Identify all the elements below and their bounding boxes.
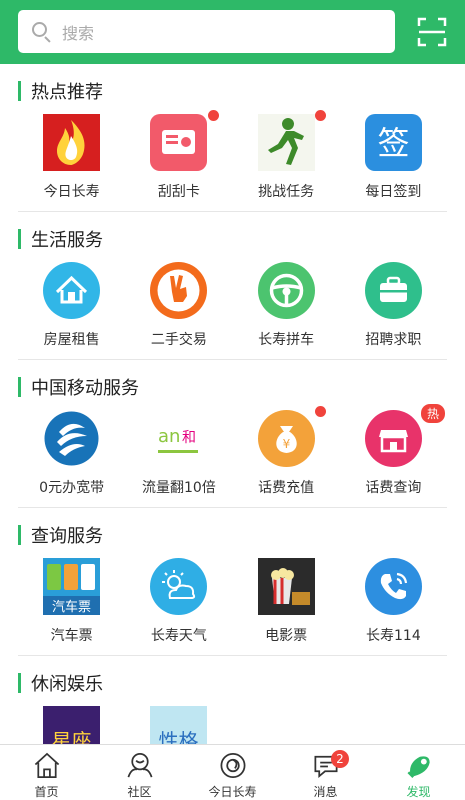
tab-today-changshou[interactable]: 今日长寿 bbox=[186, 745, 279, 800]
notification-dot bbox=[314, 110, 326, 121]
svg-text:an: an bbox=[158, 426, 180, 447]
item-carpool[interactable]: 长寿拼车 bbox=[233, 262, 340, 349]
notification-dot bbox=[314, 406, 326, 417]
item-bus-ticket[interactable]: 汽车票 汽车票 bbox=[18, 558, 125, 645]
shop-icon bbox=[364, 410, 422, 467]
bus-ticket-icon-text: 汽车票 bbox=[52, 599, 91, 615]
section-hot: 热点推荐 今日长寿 刮刮卡 挑战任务 签 每日签到 bbox=[18, 64, 447, 212]
tab-community[interactable]: 社区 bbox=[93, 745, 186, 800]
scan-icon[interactable] bbox=[417, 17, 447, 47]
item-daily-checkin[interactable]: 签 每日签到 bbox=[340, 114, 447, 201]
svg-text:和: 和 bbox=[182, 430, 196, 446]
svg-text:签: 签 bbox=[377, 124, 409, 162]
section-life-services: 生活服务 房屋租售 二手交易 长寿拼车 招聘求职 bbox=[18, 212, 447, 360]
section-title: 生活服务 bbox=[18, 228, 103, 251]
community-icon bbox=[127, 753, 152, 778]
constellation-icon: 星座 bbox=[43, 706, 101, 744]
section-china-mobile: 中国移动服务 0元办宽带 an 和 流量翻10倍 ¥ 话费充值 热 话费查询 bbox=[18, 360, 447, 508]
runner-icon bbox=[257, 114, 315, 171]
tab-messages[interactable]: 2 消息 bbox=[279, 745, 372, 800]
tab-discover[interactable]: 发现 bbox=[372, 745, 465, 800]
top-bar: 搜索 bbox=[0, 0, 465, 64]
item-data-boost[interactable]: an 和 流量翻10倍 bbox=[125, 410, 232, 497]
item-weather[interactable]: 长寿天气 bbox=[125, 558, 232, 645]
item-bill-query[interactable]: 热 话费查询 bbox=[340, 404, 447, 497]
section-title: 休闲娱乐 bbox=[18, 672, 103, 695]
and-logo-icon: an 和 bbox=[150, 410, 208, 467]
tab-home[interactable]: 首页 bbox=[0, 745, 93, 800]
hot-badge: 热 bbox=[420, 404, 445, 423]
item-scratch-card[interactable]: 刮刮卡 bbox=[125, 110, 232, 201]
message-count-badge: 2 bbox=[331, 750, 349, 768]
search-placeholder: 搜索 bbox=[62, 23, 95, 43]
item-free-broadband[interactable]: 0元办宽带 bbox=[18, 410, 125, 497]
flame-logo-icon bbox=[43, 114, 101, 171]
checkin-sign-icon: 签 bbox=[364, 114, 422, 171]
briefcase-icon bbox=[364, 262, 422, 319]
bottom-tab-bar: 首页 社区 今日长寿 2 消息 发现 bbox=[0, 744, 465, 800]
section-title: 中国移动服务 bbox=[18, 376, 139, 399]
item-today-changshou[interactable]: 今日长寿 bbox=[18, 114, 125, 201]
cinema-icon bbox=[257, 558, 315, 615]
news-icon bbox=[220, 753, 245, 778]
china-mobile-icon bbox=[43, 410, 100, 467]
second-hand-icon bbox=[150, 262, 208, 319]
item-personality[interactable]: 性格 bbox=[125, 706, 232, 744]
item-changshou-114[interactable]: 长寿114 bbox=[340, 558, 447, 645]
phone-icon bbox=[364, 558, 422, 615]
bus-ticket-icon: 汽车票 bbox=[43, 558, 101, 615]
section-query-services: 查询服务 汽车票 汽车票 长寿天气 电影票 长寿114 bbox=[18, 508, 447, 656]
personality-icon: 性格 bbox=[150, 706, 208, 744]
item-challenge-task[interactable]: 挑战任务 bbox=[233, 110, 340, 201]
search-icon bbox=[32, 21, 52, 43]
weather-icon bbox=[150, 558, 208, 615]
item-constellation[interactable]: 星座 bbox=[18, 706, 125, 744]
discover-icon bbox=[407, 756, 430, 778]
item-movie-ticket[interactable]: 电影票 bbox=[233, 558, 340, 645]
discover-content: 热点推荐 今日长寿 刮刮卡 挑战任务 签 每日签到 生活服务 房屋租售 二手交易… bbox=[0, 64, 465, 744]
item-house-rental[interactable]: 房屋租售 bbox=[18, 262, 125, 349]
notification-dot bbox=[207, 110, 219, 121]
steering-wheel-icon bbox=[257, 262, 315, 319]
section-title: 查询服务 bbox=[18, 524, 103, 547]
scratch-card-icon bbox=[150, 114, 208, 171]
svg-text:¥: ¥ bbox=[282, 437, 290, 451]
search-input[interactable]: 搜索 bbox=[18, 10, 395, 53]
house-icon bbox=[43, 262, 101, 319]
personality-icon-text: 性格 bbox=[159, 729, 199, 744]
section-title: 热点推荐 bbox=[18, 80, 103, 103]
item-recharge[interactable]: ¥ 话费充值 bbox=[233, 406, 340, 497]
home-icon bbox=[34, 752, 59, 778]
item-second-hand[interactable]: 二手交易 bbox=[125, 262, 232, 349]
item-jobs[interactable]: 招聘求职 bbox=[340, 262, 447, 349]
section-leisure: 休闲娱乐 星座 性格 bbox=[18, 656, 447, 744]
constellation-icon-text: 星座 bbox=[52, 729, 92, 744]
money-bag-icon: ¥ bbox=[257, 410, 315, 467]
